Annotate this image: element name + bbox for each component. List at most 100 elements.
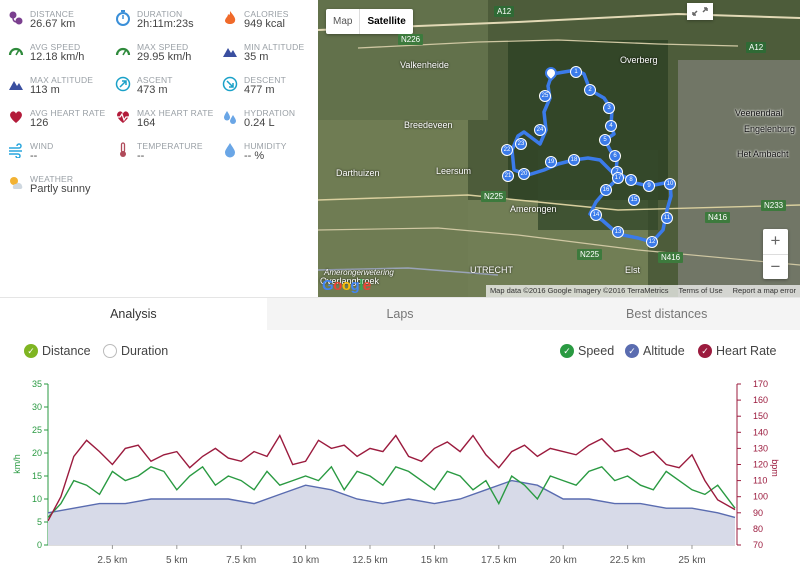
map-place-label: Engelenburg bbox=[744, 124, 796, 134]
tab-best-distances[interactable]: Best distances bbox=[533, 298, 800, 330]
water-drops-icon bbox=[224, 111, 236, 124]
route-waypoint-marker[interactable]: 14 bbox=[590, 209, 602, 221]
heart-pulse-icon bbox=[116, 111, 130, 123]
stat-value: 2h:11m:23s bbox=[137, 18, 194, 30]
map-road-label: N225 bbox=[577, 249, 603, 260]
map-data-credit: Map data ©2016 Google Imagery ©2016 Terr… bbox=[489, 286, 669, 295]
wind-icon bbox=[9, 143, 22, 158]
stat-value: 473 m bbox=[137, 84, 168, 96]
route-waypoint-marker[interactable]: 18 bbox=[568, 154, 580, 166]
stat-value: 29.95 km/h bbox=[137, 51, 192, 63]
x-axis-duration-toggle[interactable]: Duration bbox=[103, 344, 168, 358]
stat-value: -- bbox=[30, 150, 38, 162]
route-waypoint-marker[interactable]: 16 bbox=[600, 184, 612, 196]
route-waypoint-marker[interactable]: 17 bbox=[612, 172, 624, 184]
speed-series-toggle[interactable]: ✓ Speed bbox=[560, 344, 614, 358]
route-waypoint-marker[interactable]: 24 bbox=[534, 124, 546, 136]
mountain-icon bbox=[223, 48, 237, 57]
route-waypoint-marker[interactable]: 6 bbox=[609, 150, 621, 162]
stat-wind: WIND -- bbox=[0, 132, 106, 165]
left-axis-label: km/h bbox=[12, 454, 22, 474]
x-axis-distance-toggle[interactable]: ✓ Distance bbox=[24, 344, 91, 358]
map-place-label: Breedeveen bbox=[404, 120, 453, 130]
altitude-series-toggle[interactable]: ✓ Altitude bbox=[625, 344, 685, 358]
left-tick-label: 15 bbox=[32, 471, 42, 481]
stat-weather: WEATHER Partly sunny bbox=[0, 165, 106, 198]
distance-icon bbox=[9, 11, 23, 25]
left-tick-label: 30 bbox=[32, 402, 42, 412]
stat-value: 477 m bbox=[244, 84, 275, 96]
stat-value: 164 bbox=[137, 117, 156, 129]
activity-page: DISTANCE 26.67 km DURATION 2h:11m:23s CALORI… bbox=[0, 0, 800, 573]
right-tick-label: 80 bbox=[753, 524, 763, 534]
route-waypoint-marker[interactable]: 10 bbox=[664, 178, 676, 190]
radio-empty-icon bbox=[103, 344, 117, 358]
route-waypoint-marker[interactable]: 25 bbox=[539, 90, 551, 102]
route-waypoint-marker[interactable]: 5 bbox=[599, 134, 611, 146]
zoom-in-button[interactable]: + bbox=[763, 229, 788, 254]
toggle-label: Duration bbox=[121, 344, 169, 358]
toggle-label: Distance bbox=[42, 344, 91, 358]
map-type-map-button[interactable]: Map bbox=[326, 9, 359, 34]
map-type-control: Map Satellite bbox=[326, 9, 413, 34]
route-map[interactable]: Map Satellite Valkenheide Overberg Breedev… bbox=[318, 0, 800, 297]
x-tick-label: 5 km bbox=[166, 555, 188, 566]
map-type-satellite-button[interactable]: Satellite bbox=[359, 9, 412, 34]
route-waypoint-marker[interactable]: 20 bbox=[518, 168, 530, 180]
route-waypoint-marker[interactable]: 19 bbox=[545, 156, 557, 168]
x-tick-label: 20 km bbox=[550, 555, 577, 566]
route-waypoint-marker[interactable]: 8 bbox=[625, 174, 637, 186]
stat-descent: DESCENT 477 m bbox=[214, 66, 320, 99]
x-tick-label: 2.5 km bbox=[97, 555, 127, 566]
x-tick-label: 17.5 km bbox=[481, 555, 517, 566]
stat-distance: DISTANCE 26.67 km bbox=[0, 0, 106, 33]
tab-analysis[interactable]: Analysis bbox=[0, 298, 267, 330]
stat-value: Partly sunny bbox=[30, 183, 91, 195]
x-tick-label: 25 km bbox=[678, 555, 705, 566]
map-road-label: N416 bbox=[658, 252, 684, 263]
stat-temperature: TEMPERATURE -- bbox=[107, 132, 213, 165]
map-place-label: Darthuizen bbox=[336, 168, 380, 178]
toggle-label: Altitude bbox=[643, 344, 685, 358]
terms-of-use-link[interactable]: Terms of Use bbox=[678, 285, 722, 297]
route-waypoint-marker[interactable]: 11 bbox=[661, 212, 673, 224]
check-icon: ✓ bbox=[698, 344, 712, 358]
heart-icon bbox=[10, 111, 22, 123]
left-tick-label: 0 bbox=[37, 540, 42, 550]
route-waypoint-marker[interactable]: 12 bbox=[646, 236, 658, 248]
altitude-area bbox=[48, 480, 735, 545]
stopwatch-icon bbox=[116, 10, 130, 26]
report-map-error-link[interactable]: Report a map error bbox=[733, 285, 796, 297]
right-tick-label: 150 bbox=[753, 411, 768, 421]
fullscreen-button[interactable] bbox=[687, 3, 713, 20]
heart-rate-series-toggle[interactable]: ✓ Heart Rate bbox=[698, 344, 776, 358]
route-waypoint-marker[interactable]: 15 bbox=[628, 194, 640, 206]
descent-icon bbox=[222, 76, 238, 92]
zoom-out-button[interactable]: − bbox=[763, 254, 788, 279]
route-waypoint-marker[interactable]: 23 bbox=[515, 138, 527, 150]
map-road-label: N233 bbox=[761, 200, 787, 211]
analysis-chart[interactable]: 0 5 10 15 20 25 30 35 70 80 90 100 110 120 130 140 150 16… bbox=[0, 372, 800, 573]
route-waypoint-marker[interactable]: 22 bbox=[501, 144, 513, 156]
mountain-icon bbox=[9, 81, 23, 90]
route-waypoint-marker[interactable]: 4 bbox=[605, 120, 617, 132]
stat-calories: CALORIES 949 kcal bbox=[214, 0, 320, 33]
route-waypoint-marker[interactable]: 13 bbox=[612, 226, 624, 238]
route-waypoint-marker[interactable]: 3 bbox=[603, 102, 615, 114]
route-waypoint-marker[interactable]: 1 bbox=[570, 66, 582, 78]
x-tick-label: 22.5 km bbox=[610, 555, 646, 566]
route-waypoint-marker[interactable]: 21 bbox=[502, 170, 514, 182]
map-place-label: Elst bbox=[625, 265, 641, 275]
stat-value: 35 m bbox=[244, 51, 269, 63]
map-road-label: A12 bbox=[746, 42, 767, 53]
route-waypoint-marker[interactable]: 9 bbox=[643, 180, 655, 192]
speedometer-icon bbox=[8, 47, 24, 56]
route-waypoint-marker[interactable]: 2 bbox=[584, 84, 596, 96]
tab-laps[interactable]: Laps bbox=[266, 298, 534, 330]
left-tick-label: 10 bbox=[32, 494, 42, 504]
thermometer-icon bbox=[120, 142, 126, 157]
x-tick-label: 12.5 km bbox=[352, 555, 388, 566]
stat-value: 113 m bbox=[30, 84, 60, 96]
zoom-control: + − bbox=[763, 229, 788, 279]
map-place-label: Leersum bbox=[436, 166, 472, 176]
